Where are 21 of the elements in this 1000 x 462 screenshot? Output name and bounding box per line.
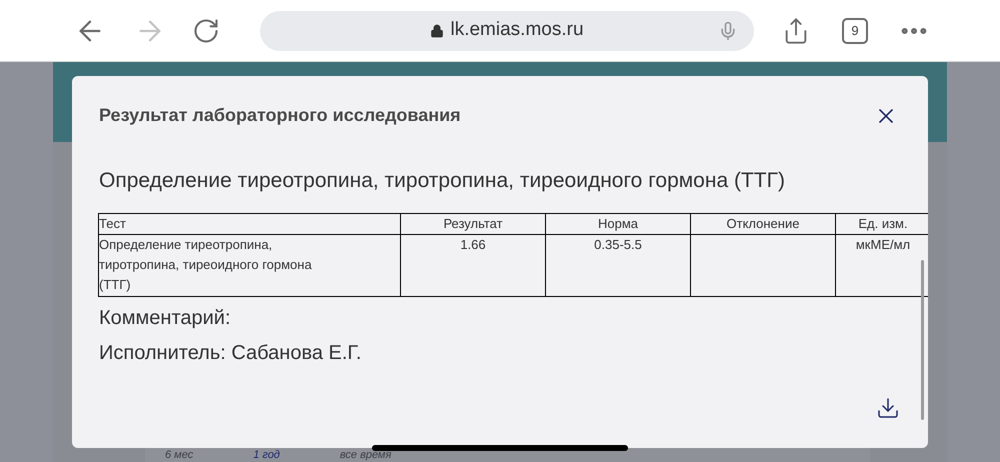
table-cell: 0.35-5.5 [546,234,690,296]
column-header: Отклонение [690,213,836,234]
column-header: Ед. изм. [836,213,928,234]
table-cell: Определение тиреотропина, тиротропина, тиреоидного гормона (ТТГ) [98,234,400,296]
lock-icon [430,24,444,38]
period-tab[interactable]: 1 год [253,449,280,462]
column-header: Норма [546,213,690,234]
table-cell: 1.66 [400,234,546,296]
period-tab[interactable]: 6 мес [165,449,194,462]
url-text: lk.emias.mos.ru [450,18,584,42]
test-heading: Определение тиреотропина, тиротропина, тиреоидного гормона (ТТГ) [98,168,786,194]
download-icon[interactable] [876,396,900,420]
address-bar[interactable]: lk.emias.mos.ru [260,10,754,50]
column-header: Тест [98,213,400,234]
period-tab[interactable]: все время [340,449,392,462]
comment-label: Комментарий: [98,306,232,330]
modal-title: Результат лабораторного исследования [99,104,461,127]
column-header: Результат [400,213,546,234]
performer-text: Исполнитель: Сабанова Е.Г. [98,340,362,366]
reload-icon[interactable] [192,16,220,44]
tab-count[interactable]: 9 [842,18,868,44]
